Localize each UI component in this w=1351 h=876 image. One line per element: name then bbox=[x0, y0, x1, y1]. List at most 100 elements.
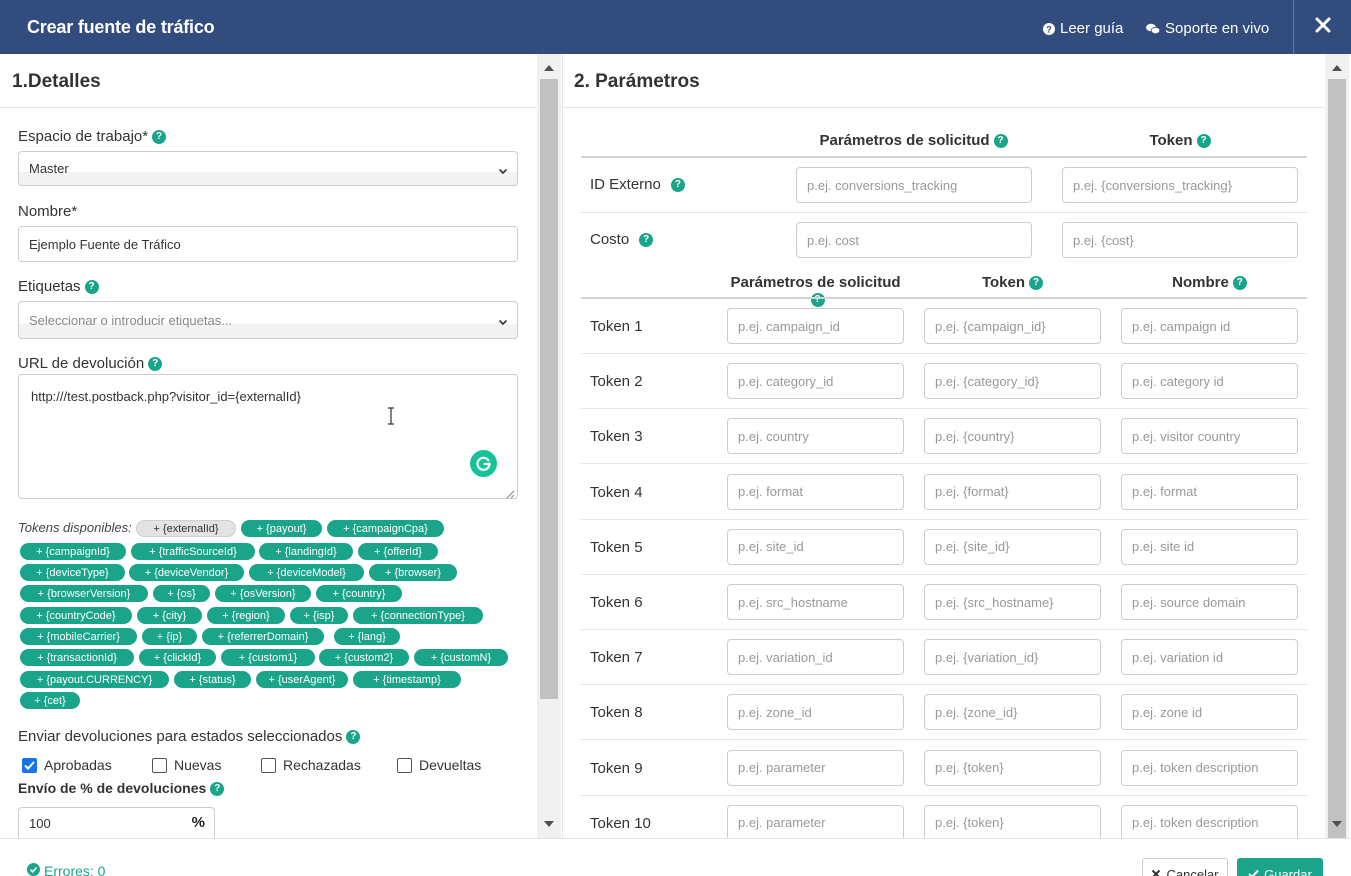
token-name-input[interactable]: p.ej. campaign id bbox=[1121, 308, 1298, 344]
help-icon[interactable]: ? bbox=[346, 730, 361, 745]
token-name-input[interactable]: p.ej. variation id bbox=[1121, 639, 1298, 676]
close-button[interactable] bbox=[1293, 0, 1351, 54]
token-chip[interactable]: + {deviceModel} bbox=[249, 564, 364, 581]
request-param-input[interactable]: p.ej. zone_id bbox=[727, 694, 904, 731]
token-chip[interactable]: + {connectionType} bbox=[353, 607, 483, 624]
status-checkbox[interactable]: Aprobadas bbox=[22, 757, 112, 773]
status-checkbox[interactable]: Rechazadas bbox=[261, 757, 361, 773]
help-icon[interactable]: ? bbox=[670, 178, 685, 193]
guide-link[interactable]: ? Leer guía bbox=[1043, 20, 1123, 37]
status-checkbox[interactable]: Devueltas bbox=[397, 757, 481, 773]
token-chip[interactable]: + {region} bbox=[207, 607, 285, 624]
tags-select[interactable]: Seleccionar o introducir etiquetas... bbox=[18, 301, 518, 339]
help-icon[interactable]: ? bbox=[152, 130, 167, 145]
help-icon[interactable]: ? bbox=[1196, 134, 1211, 149]
name-input[interactable]: Ejemplo Fuente de Tráfico bbox=[18, 226, 518, 262]
token-chip[interactable]: + {deviceVendor} bbox=[129, 564, 244, 581]
help-icon[interactable]: ? bbox=[993, 134, 1008, 149]
token-chip[interactable]: + {custom2} bbox=[319, 649, 409, 666]
token-chip[interactable]: + {os} bbox=[153, 585, 210, 602]
help-icon[interactable]: ? bbox=[1232, 276, 1247, 291]
token-name-input[interactable]: p.ej. category id bbox=[1121, 363, 1298, 400]
token-chip[interactable]: + {userAgent} bbox=[256, 671, 348, 688]
checkbox-box[interactable] bbox=[152, 757, 167, 773]
request-param-input[interactable]: p.ej. site_id bbox=[727, 528, 904, 565]
checkbox-box[interactable] bbox=[397, 757, 412, 773]
save-button[interactable]: Guardar bbox=[1237, 858, 1323, 876]
request-param-input[interactable]: p.ej. category_id bbox=[727, 363, 904, 400]
request-param-input[interactable]: p.ej. conversions_tracking bbox=[796, 167, 1032, 203]
token-name-input[interactable]: p.ej. zone id bbox=[1121, 694, 1298, 731]
token-chip[interactable]: + {campaignId} bbox=[20, 543, 126, 560]
token-chip[interactable]: + {deviceType} bbox=[20, 564, 125, 581]
token-chip[interactable]: + {browser} bbox=[369, 564, 457, 581]
token-chip[interactable]: + {payout} bbox=[241, 520, 322, 537]
percent-input[interactable]: 100 % bbox=[18, 807, 215, 838]
token-input[interactable]: p.ej. {cost} bbox=[1062, 222, 1298, 258]
postback-url-textarea[interactable]: http:///test.postback.php?visitor_id={ex… bbox=[18, 374, 518, 499]
help-icon[interactable]: ? bbox=[639, 233, 654, 248]
token-chip[interactable]: + {clickId} bbox=[139, 649, 216, 666]
resize-handle-icon[interactable] bbox=[505, 486, 515, 504]
token-name-input[interactable]: p.ej. token description bbox=[1121, 804, 1298, 841]
details-scrollbar-thumb[interactable] bbox=[540, 79, 558, 699]
token-chip[interactable]: + {country} bbox=[316, 585, 402, 602]
token-chip[interactable]: + {city} bbox=[137, 607, 202, 624]
token-chip[interactable]: + {isp} bbox=[290, 607, 348, 624]
token-chip[interactable]: + {customN} bbox=[414, 649, 508, 666]
token-chip[interactable]: + {browserVersion} bbox=[20, 585, 148, 602]
scroll-down-arrow-icon[interactable] bbox=[544, 821, 554, 827]
support-link[interactable]: Soporte en vivo bbox=[1146, 20, 1269, 37]
cancel-button[interactable]: Cancelar bbox=[1142, 858, 1228, 876]
token-chip[interactable]: + {custom1} bbox=[221, 649, 315, 666]
token-input[interactable]: p.ej. {zone_id} bbox=[924, 694, 1101, 731]
request-param-input[interactable]: p.ej. format bbox=[727, 473, 904, 510]
token-chip[interactable]: + {trafficSourceId} bbox=[131, 543, 255, 560]
token-chip[interactable]: + {transactionId} bbox=[20, 649, 134, 666]
help-icon[interactable]: ? bbox=[1029, 276, 1044, 291]
checkbox-box[interactable] bbox=[22, 757, 37, 773]
token-chip[interactable]: + {mobileCarrier} bbox=[20, 628, 137, 645]
token-input[interactable]: p.ej. {campaign_id} bbox=[924, 308, 1101, 344]
scroll-up-arrow-icon[interactable] bbox=[1332, 65, 1342, 71]
help-icon[interactable]: ? bbox=[210, 782, 225, 797]
token-name-input[interactable]: p.ej. visitor country bbox=[1121, 418, 1298, 455]
scroll-down-arrow-icon[interactable] bbox=[1332, 821, 1342, 827]
token-chip[interactable]: + {status} bbox=[174, 671, 251, 688]
request-param-input[interactable]: p.ej. campaign_id bbox=[727, 308, 904, 344]
token-name-input[interactable]: p.ej. site id bbox=[1121, 528, 1298, 565]
token-name-input[interactable]: p.ej. source domain bbox=[1121, 584, 1298, 620]
token-input[interactable]: p.ej. {site_id} bbox=[924, 528, 1101, 565]
details-scrollbar[interactable] bbox=[537, 54, 561, 838]
request-param-input[interactable]: p.ej. country bbox=[727, 418, 904, 455]
token-chip[interactable]: + {offerId} bbox=[358, 543, 438, 560]
workspace-select[interactable]: Master bbox=[18, 151, 518, 186]
token-chip[interactable]: + {lang} bbox=[334, 628, 400, 645]
token-input[interactable]: p.ej. {token} bbox=[924, 804, 1101, 841]
request-param-input[interactable]: p.ej. parameter bbox=[727, 749, 904, 786]
request-param-input[interactable]: p.ej. src_hostname bbox=[727, 584, 904, 620]
token-input[interactable]: p.ej. {country} bbox=[924, 418, 1101, 455]
request-param-input[interactable]: p.ej. variation_id bbox=[727, 639, 904, 676]
token-chip[interactable]: + {ip} bbox=[142, 628, 197, 645]
grammarly-icon[interactable] bbox=[470, 450, 497, 482]
token-input[interactable]: p.ej. {variation_id} bbox=[924, 639, 1101, 676]
token-input[interactable]: p.ej. {token} bbox=[924, 749, 1101, 786]
params-scrollbar[interactable] bbox=[1325, 54, 1349, 839]
token-chip[interactable]: + {countryCode} bbox=[20, 607, 132, 624]
token-name-input[interactable]: p.ej. token description bbox=[1121, 749, 1298, 786]
token-input[interactable]: p.ej. {src_hostname} bbox=[924, 584, 1101, 620]
token-input[interactable]: p.ej. {category_id} bbox=[924, 363, 1101, 400]
token-chip[interactable]: + {osVersion} bbox=[215, 585, 311, 602]
token-input[interactable]: p.ej. {format} bbox=[924, 473, 1101, 510]
params-scrollbar-thumb[interactable] bbox=[1328, 79, 1346, 839]
token-chip[interactable]: + {landingId} bbox=[259, 543, 353, 560]
checkbox-box[interactable] bbox=[261, 757, 276, 773]
request-param-input[interactable]: p.ej. parameter bbox=[727, 804, 904, 841]
request-param-input[interactable]: p.ej. cost bbox=[796, 222, 1032, 258]
token-chip[interactable]: + {campaignCpa} bbox=[327, 520, 444, 537]
help-icon[interactable]: ? bbox=[148, 357, 163, 372]
token-chip[interactable]: + {cet} bbox=[20, 692, 80, 709]
help-icon[interactable]: ? bbox=[84, 280, 99, 295]
token-chip[interactable]: + {payout.CURRENCY} bbox=[20, 671, 169, 688]
